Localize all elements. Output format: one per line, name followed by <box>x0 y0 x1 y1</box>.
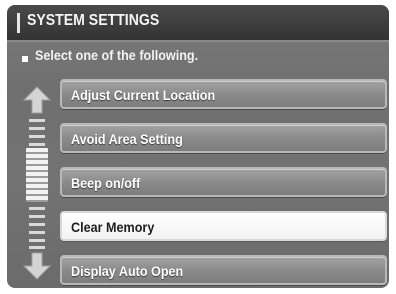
scrollbar-tick <box>29 207 45 210</box>
menu-item-label: Adjust Current Location <box>71 87 216 103</box>
bullet-icon <box>22 56 28 62</box>
scrollbar-tick <box>29 223 45 226</box>
scrollbar-tick <box>29 239 45 242</box>
arrow-up-icon <box>22 86 52 114</box>
title-accent-bar <box>17 13 20 33</box>
page-title: SYSTEM SETTINGS <box>27 12 160 29</box>
menu-item-label: Clear Memory <box>71 219 155 235</box>
menu-item-beep-on-off[interactable]: Beep on/off <box>60 167 387 197</box>
scroll-up-button[interactable] <box>22 85 52 115</box>
scrollbar-tick <box>29 231 45 234</box>
menu-item-avoid-area-setting[interactable]: Avoid Area Setting <box>60 123 387 153</box>
scrollbar-tick <box>29 127 45 130</box>
scrollbar-thumb[interactable] <box>26 148 48 202</box>
menu-item-adjust-current-location[interactable]: Adjust Current Location <box>60 79 387 109</box>
scrollbar-tick <box>29 135 45 138</box>
scrollbar-tick <box>29 143 45 146</box>
scroll-down-button[interactable] <box>22 251 52 281</box>
menu-item-label: Avoid Area Setting <box>71 131 183 147</box>
menu-item-label: Beep on/off <box>71 175 141 191</box>
instruction-row: Select one of the following. <box>7 42 389 70</box>
settings-menu-list: Adjust Current Location Avoid Area Setti… <box>60 79 387 288</box>
menu-item-display-auto-open[interactable]: Display Auto Open <box>60 255 387 285</box>
menu-item-label: Display Auto Open <box>71 263 184 279</box>
scrollbar-track[interactable] <box>26 119 48 249</box>
arrow-down-icon <box>22 252 52 280</box>
instruction-text: Select one of the following. <box>35 47 199 63</box>
title-bar: SYSTEM SETTINGS <box>7 5 389 42</box>
system-settings-screen: SYSTEM SETTINGS Select one of the follow… <box>7 5 389 288</box>
scrollbar-tick <box>29 215 45 218</box>
scrollbar-tick <box>29 246 45 249</box>
scrollbar-tick <box>29 119 45 122</box>
menu-item-clear-memory[interactable]: Clear Memory <box>60 211 387 241</box>
